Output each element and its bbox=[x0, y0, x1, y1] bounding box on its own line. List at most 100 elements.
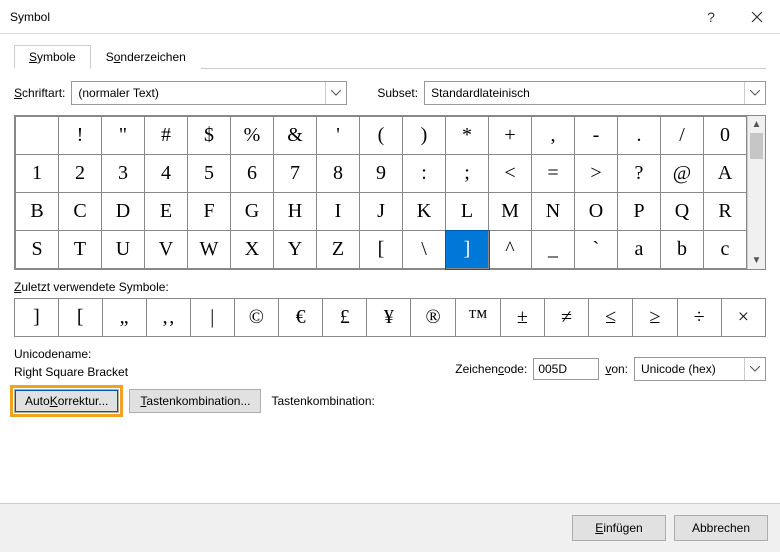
recent-symbols-grid[interactable]: ][„‚‚|©€£¥®™±≠≤≥÷× bbox=[14, 298, 766, 337]
char-cell[interactable]: A bbox=[704, 155, 747, 193]
char-cell[interactable]: < bbox=[489, 155, 532, 193]
recent-char-cell[interactable]: © bbox=[234, 299, 279, 337]
char-cell[interactable]: ; bbox=[446, 155, 489, 193]
recent-char-cell[interactable]: ± bbox=[500, 299, 544, 337]
char-cell[interactable]: # bbox=[145, 117, 188, 155]
recent-char-cell[interactable]: | bbox=[191, 299, 235, 337]
char-cell[interactable]: H bbox=[274, 193, 317, 231]
recent-char-cell[interactable]: ™ bbox=[455, 299, 500, 337]
char-cell[interactable]: ( bbox=[360, 117, 403, 155]
char-cell[interactable]: X bbox=[231, 231, 274, 269]
char-cell[interactable]: ) bbox=[403, 117, 446, 155]
char-cell[interactable]: 9 bbox=[360, 155, 403, 193]
char-cell[interactable]: / bbox=[661, 117, 704, 155]
char-cell[interactable]: D bbox=[102, 193, 145, 231]
recent-char-cell[interactable]: ≥ bbox=[633, 299, 677, 337]
char-cell[interactable]: 6 bbox=[231, 155, 274, 193]
char-cell[interactable]: = bbox=[532, 155, 575, 193]
recent-char-cell[interactable]: ‚‚ bbox=[146, 299, 190, 337]
char-cell[interactable]: L bbox=[446, 193, 489, 231]
char-cell[interactable]: P bbox=[618, 193, 661, 231]
char-cell[interactable]: ` bbox=[575, 231, 618, 269]
char-cell[interactable] bbox=[16, 117, 59, 155]
tab-special-characters[interactable]: Sonderzeichen bbox=[91, 45, 201, 69]
char-cell[interactable]: 3 bbox=[102, 155, 145, 193]
char-cell[interactable]: % bbox=[231, 117, 274, 155]
scroll-thumb[interactable] bbox=[750, 133, 763, 159]
char-cell[interactable]: B bbox=[16, 193, 59, 231]
char-cell[interactable]: U bbox=[102, 231, 145, 269]
char-cell[interactable]: * bbox=[446, 117, 489, 155]
char-cell[interactable]: F bbox=[188, 193, 231, 231]
char-cell[interactable]: Y bbox=[274, 231, 317, 269]
help-button[interactable]: ? bbox=[688, 1, 734, 33]
char-cell[interactable]: $ bbox=[188, 117, 231, 155]
char-cell[interactable]: J bbox=[360, 193, 403, 231]
char-cell[interactable]: E bbox=[145, 193, 188, 231]
char-cell[interactable]: Z bbox=[317, 231, 360, 269]
char-cell[interactable]: 0 bbox=[704, 117, 747, 155]
char-cell[interactable]: G bbox=[231, 193, 274, 231]
recent-char-cell[interactable]: ¥ bbox=[367, 299, 411, 337]
from-select[interactable]: Unicode (hex) bbox=[634, 357, 766, 381]
shortcut-button[interactable]: Tastenkombination... bbox=[129, 389, 261, 413]
tab-symbols[interactable]: Symbole bbox=[14, 45, 91, 69]
char-cell[interactable]: c bbox=[704, 231, 747, 269]
char-cell[interactable]: 4 bbox=[145, 155, 188, 193]
char-cell[interactable]: Q bbox=[661, 193, 704, 231]
recent-char-cell[interactable]: ≤ bbox=[589, 299, 633, 337]
recent-char-cell[interactable]: ÷ bbox=[677, 299, 721, 337]
char-cell[interactable]: N bbox=[532, 193, 575, 231]
cancel-button[interactable]: Abbrechen bbox=[674, 515, 768, 541]
char-cell[interactable]: ^ bbox=[489, 231, 532, 269]
char-cell[interactable]: W bbox=[188, 231, 231, 269]
grid-scrollbar[interactable]: ▲ ▼ bbox=[747, 116, 765, 269]
char-cell[interactable]: + bbox=[489, 117, 532, 155]
char-cell[interactable]: > bbox=[575, 155, 618, 193]
char-cell[interactable]: , bbox=[532, 117, 575, 155]
recent-char-cell[interactable]: ® bbox=[411, 299, 456, 337]
char-cell[interactable]: M bbox=[489, 193, 532, 231]
insert-button[interactable]: Einfügen bbox=[572, 515, 666, 541]
autocorrect-button[interactable]: AutoKorrektur... bbox=[14, 389, 119, 413]
char-cell[interactable]: ' bbox=[317, 117, 360, 155]
char-cell[interactable]: S bbox=[16, 231, 59, 269]
char-cell[interactable]: 5 bbox=[188, 155, 231, 193]
char-cell[interactable]: ? bbox=[618, 155, 661, 193]
char-cell[interactable]: K bbox=[403, 193, 446, 231]
recent-char-cell[interactable]: € bbox=[279, 299, 323, 337]
char-cell[interactable]: : bbox=[403, 155, 446, 193]
font-select[interactable]: (normaler Text) bbox=[71, 81, 347, 105]
char-cell[interactable]: C bbox=[59, 193, 102, 231]
char-cell[interactable]: 1 bbox=[16, 155, 59, 193]
char-cell[interactable]: \ bbox=[403, 231, 446, 269]
close-button[interactable] bbox=[734, 1, 780, 33]
char-cell[interactable]: 8 bbox=[317, 155, 360, 193]
char-cell[interactable]: " bbox=[102, 117, 145, 155]
character-grid[interactable]: !"#$%&'()*+,-./0 123456789:;<=>?@A BCDEFGH… bbox=[15, 116, 747, 269]
char-cell[interactable]: R bbox=[704, 193, 747, 231]
charcode-input[interactable] bbox=[533, 358, 599, 380]
char-cell[interactable]: _ bbox=[532, 231, 575, 269]
recent-char-cell[interactable]: ] bbox=[15, 299, 59, 337]
char-cell[interactable]: & bbox=[274, 117, 317, 155]
recent-char-cell[interactable]: ≠ bbox=[545, 299, 589, 337]
recent-char-cell[interactable]: „ bbox=[102, 299, 146, 337]
char-cell[interactable]: @ bbox=[661, 155, 704, 193]
recent-char-cell[interactable]: £ bbox=[323, 299, 367, 337]
char-cell[interactable]: b bbox=[661, 231, 704, 269]
char-cell[interactable]: 7 bbox=[274, 155, 317, 193]
subset-select[interactable]: Standardlateinisch bbox=[424, 81, 766, 105]
char-cell[interactable]: O bbox=[575, 193, 618, 231]
char-cell[interactable]: T bbox=[59, 231, 102, 269]
char-cell[interactable]: 2 bbox=[59, 155, 102, 193]
char-cell[interactable]: [ bbox=[360, 231, 403, 269]
char-cell[interactable]: ] bbox=[446, 231, 489, 269]
char-cell[interactable]: ! bbox=[59, 117, 102, 155]
recent-char-cell[interactable]: × bbox=[721, 299, 765, 337]
char-cell[interactable]: . bbox=[618, 117, 661, 155]
char-cell[interactable]: V bbox=[145, 231, 188, 269]
recent-char-cell[interactable]: [ bbox=[58, 299, 102, 337]
char-cell[interactable]: a bbox=[618, 231, 661, 269]
char-cell[interactable]: - bbox=[575, 117, 618, 155]
